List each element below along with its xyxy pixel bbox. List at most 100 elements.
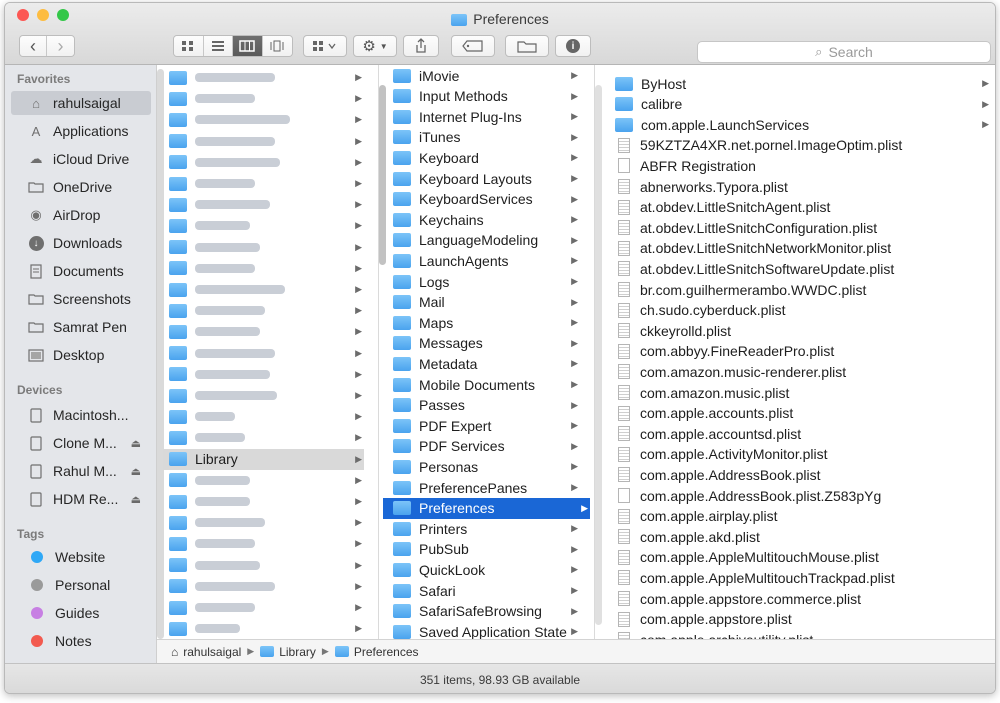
sidebar-item-samrat-pen[interactable]: Samrat Pen [11,315,151,339]
search-field[interactable]: ⌕ Search [697,41,991,63]
list-item[interactable]: br.com.guilhermerambo.WWDC.plist [615,279,973,300]
list-item[interactable]: ▶ [169,491,364,512]
list-item[interactable]: ▶ [169,279,364,300]
list-item[interactable]: ▶ [169,67,364,88]
list-item[interactable]: com.apple.AddressBook.plist [615,464,973,485]
list-view-button[interactable] [203,36,233,56]
list-item[interactable]: ch.sudo.cyberduck.plist [615,300,973,321]
list-item[interactable]: Metadata ▶ [387,353,580,374]
list-item[interactable]: com.apple.AddressBook.plist.Z583pYg [615,485,973,506]
column-scrollbar[interactable] [157,69,164,639]
list-item[interactable]: Mobile Documents ▶ [387,374,580,395]
list-item[interactable]: PubSub ▶ [387,539,580,560]
list-item[interactable]: Safari ▶ [387,580,580,601]
back-button[interactable]: ‹ [20,36,48,56]
sidebar-item-onedrive[interactable]: OneDrive [11,175,151,199]
list-item[interactable]: ▶ [169,364,364,385]
list-item[interactable]: ▶ [169,300,364,321]
list-item[interactable]: ▶ [169,385,364,406]
sidebar-item-clone[interactable]: Clone M... ⏏ [11,431,151,455]
list-item[interactable]: 59KZTZA4XR.net.pornel.ImageOptim.plist [615,135,973,156]
list-item[interactable]: ABFR Registration [615,155,973,176]
path-segment-preferences[interactable]: Preferences [334,645,419,659]
list-item[interactable]: Mail ▶ [387,292,580,313]
list-item[interactable]: Messages ▶ [387,333,580,354]
list-item[interactable]: ▶ [169,343,364,364]
list-item[interactable]: at.obdev.LittleSnitchSoftwareUpdate.plis… [615,258,973,279]
list-item[interactable]: Personas ▶ [387,456,580,477]
list-item[interactable]: LaunchAgents ▶ [387,250,580,271]
list-item[interactable]: Keyboard Layouts ▶ [387,168,580,189]
list-item[interactable]: Input Methods ▶ [387,86,580,107]
list-item[interactable]: ▶ [169,555,364,576]
column-scrollbar[interactable] [379,85,386,265]
info-button[interactable]: i [555,35,591,57]
list-item[interactable]: Maps ▶ [387,312,580,333]
list-item[interactable]: Passes ▶ [387,395,580,416]
sidebar-tag-personal[interactable]: Personal [11,573,151,597]
eject-icon[interactable]: ⏏ [131,437,141,450]
new-folder-button[interactable] [505,35,549,57]
list-item[interactable]: ▶ [169,512,364,533]
list-item[interactable]: ckkeyrolld.plist [615,320,973,341]
list-item[interactable]: Preferences ▶ [383,497,590,519]
list-item[interactable]: QuickLook ▶ [387,559,580,580]
sidebar-item-applications[interactable]: A Applications [11,119,151,143]
list-item[interactable]: ▶ [169,194,364,215]
list-item[interactable]: calibre ▶ [615,94,989,115]
list-item[interactable]: com.apple.accounts.plist [615,403,973,424]
forward-button[interactable]: › [47,36,74,56]
list-item[interactable]: abnerworks.Typora.plist [615,176,973,197]
list-item[interactable]: ▶ [169,427,364,448]
list-item[interactable]: com.apple.AppleMultitouchMouse.plist [615,547,973,568]
list-item[interactable]: com.amazon.music.plist [615,382,973,403]
column-scrollbar[interactable] [595,85,602,625]
sidebar-item-downloads[interactable]: ↓ Downloads [11,231,151,255]
list-item[interactable]: com.abbyy.FineReaderPro.plist [615,341,973,362]
list-item[interactable]: com.apple.accountsd.plist [615,423,973,444]
list-item[interactable]: Keyboard ▶ [387,147,580,168]
list-item[interactable]: com.apple.archiveutility.plist [615,629,973,639]
list-item[interactable]: ▶ [169,406,364,427]
list-item[interactable]: ▶ [169,470,364,491]
list-item[interactable]: iTunes ▶ [387,127,580,148]
share-button[interactable] [403,35,439,57]
sidebar-tag-website[interactable]: Website [11,545,151,569]
sidebar-item-rahulsaigal[interactable]: ⌂ rahulsaigal [11,91,151,115]
icon-view-button[interactable] [174,36,204,56]
sidebar-tag-notes[interactable]: Notes [11,629,151,653]
list-item[interactable]: KeyboardServices ▶ [387,189,580,210]
sidebar-tag-guides[interactable]: Guides [11,601,151,625]
sidebar-item-macintosh[interactable]: Macintosh... [11,403,151,427]
list-item[interactable]: at.obdev.LittleSnitchAgent.plist [615,197,973,218]
list-item[interactable]: SafariSafeBrowsing ▶ [387,601,580,622]
list-item[interactable]: com.apple.ActivityMonitor.plist [615,444,973,465]
list-item[interactable]: ▶ [169,173,364,194]
list-item[interactable]: ▶ [169,533,364,554]
sidebar-item-rahul[interactable]: Rahul M... ⏏ [11,459,151,483]
sidebar-item-screenshots[interactable]: Screenshots [11,287,151,311]
eject-icon[interactable]: ⏏ [131,465,141,478]
sidebar-item-hdm[interactable]: HDM Re... ⏏ [11,487,151,511]
list-item[interactable]: com.amazon.music-renderer.plist [615,361,973,382]
list-item[interactable]: com.apple.appstore.commerce.plist [615,588,973,609]
list-item[interactable]: at.obdev.LittleSnitchNetworkMonitor.plis… [615,238,973,259]
sidebar-item-documents[interactable]: Documents [11,259,151,283]
sidebar-item-airdrop[interactable]: ◉ AirDrop [11,203,151,227]
list-item[interactable]: Internet Plug-Ins ▶ [387,106,580,127]
list-item[interactable]: ▶ [169,618,364,639]
list-item[interactable]: com.apple.airplay.plist [615,506,973,527]
list-item[interactable]: Printers ▶ [387,518,580,539]
list-item[interactable]: com.apple.AppleMultitouchTrackpad.plist [615,567,973,588]
list-item[interactable]: ▶ [169,109,364,130]
tag-button[interactable] [451,35,495,57]
list-item[interactable]: ▶ [169,597,364,618]
list-item[interactable]: ▶ [169,576,364,597]
list-item[interactable]: ▶ [169,131,364,152]
sidebar-item-icloud-drive[interactable]: ☁ iCloud Drive [11,147,151,171]
list-item[interactable]: ▶ [169,321,364,342]
list-item[interactable]: ▶ [169,152,364,173]
cover-flow-button[interactable] [262,36,292,56]
list-item[interactable]: ByHost ▶ [615,73,989,94]
list-item[interactable]: PreferencePanes ▶ [387,477,580,498]
